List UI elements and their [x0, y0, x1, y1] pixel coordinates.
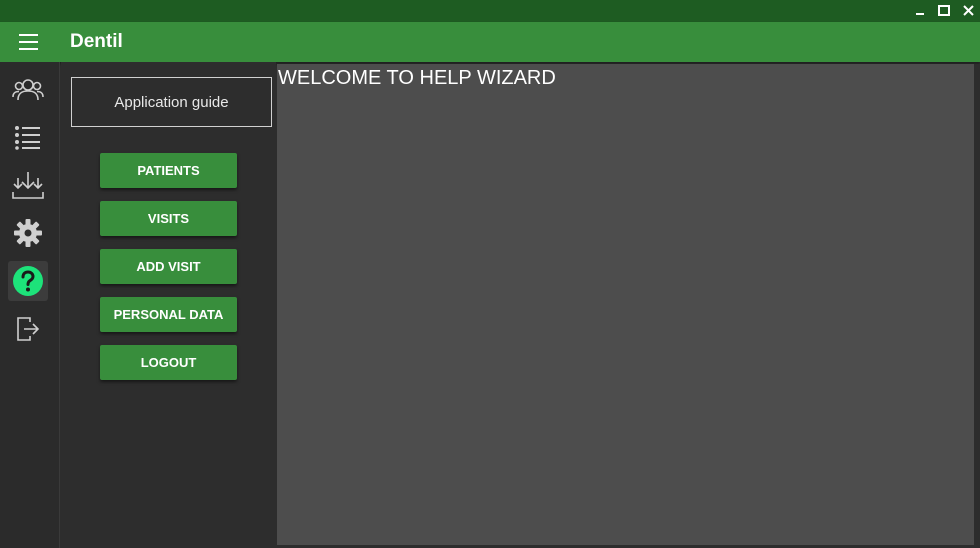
- app-title: Dentil: [70, 31, 123, 52]
- nav-rail: [0, 62, 60, 548]
- logout-icon: [17, 317, 40, 341]
- gear-icon: [14, 219, 42, 247]
- help-icon: [13, 266, 43, 296]
- visits-button[interactable]: VISITS: [100, 201, 237, 236]
- logout-button[interactable]: LOGOUT: [100, 345, 237, 380]
- list-icon: [15, 126, 40, 150]
- application-guide-header: Application guide: [71, 77, 272, 127]
- people-icon: [12, 79, 44, 101]
- window-titlebar: [0, 0, 980, 22]
- download-icon: [12, 172, 44, 199]
- welcome-heading: WELCOME TO HELP WIZARD: [278, 67, 556, 89]
- nav-item-help[interactable]: [8, 261, 48, 301]
- patients-button[interactable]: PATIENTS: [100, 153, 237, 188]
- personal-data-button[interactable]: PERSONAL DATA: [100, 297, 237, 332]
- add-visit-button[interactable]: ADD VISIT: [100, 249, 237, 284]
- close-icon[interactable]: [959, 2, 977, 18]
- maximize-icon[interactable]: [935, 2, 953, 18]
- nav-item-logout[interactable]: [8, 309, 48, 349]
- guide-panel: Application guide PATIENTS VISITS ADD VI…: [61, 62, 276, 548]
- hamburger-menu-icon[interactable]: [12, 30, 44, 54]
- app-bar: Dentil: [0, 22, 980, 62]
- nav-item-patients[interactable]: [8, 70, 48, 110]
- content-border-right: [974, 64, 980, 548]
- help-content-area: WELCOME TO HELP WIZARD: [277, 64, 974, 545]
- minimize-icon[interactable]: [911, 2, 929, 18]
- nav-item-visits[interactable]: [8, 117, 48, 157]
- nav-item-settings[interactable]: [8, 213, 48, 253]
- nav-item-import[interactable]: [8, 165, 48, 205]
